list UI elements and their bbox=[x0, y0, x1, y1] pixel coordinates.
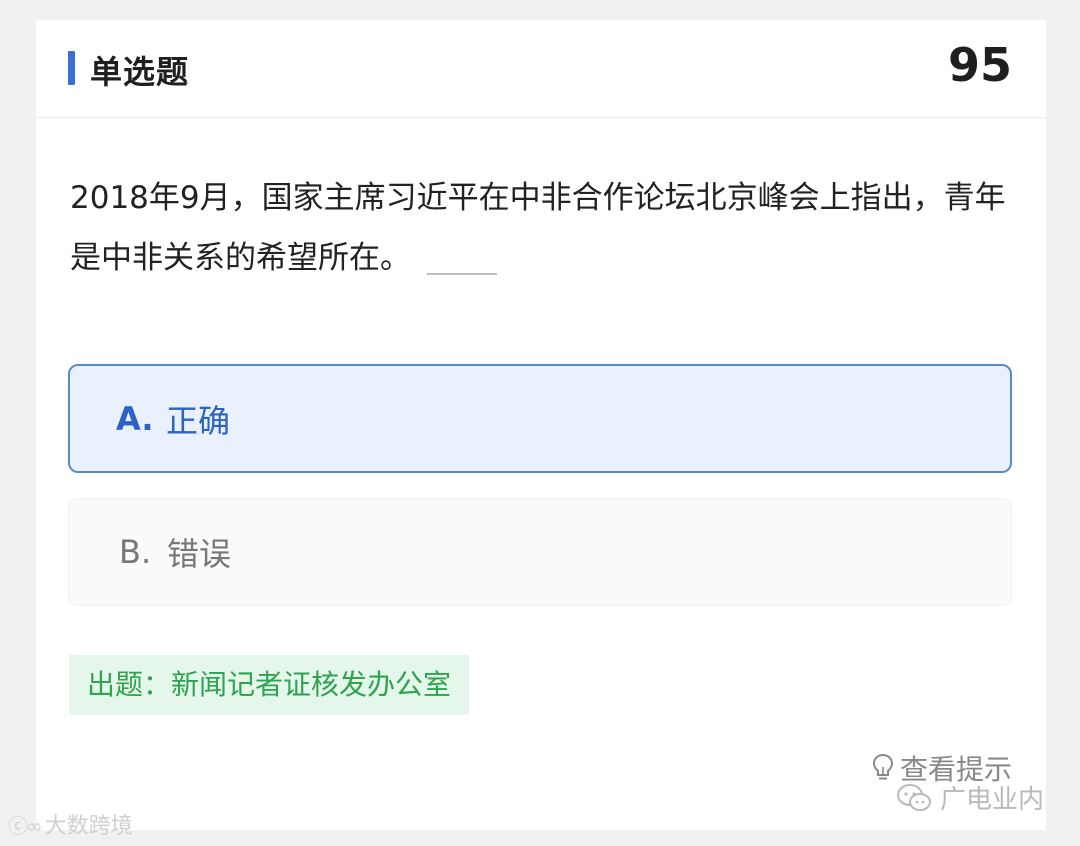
watermark-right-text: 广电业内 bbox=[939, 785, 1044, 815]
option-a-label: 正确 bbox=[166, 401, 231, 440]
option-a[interactable]: A. 正确 bbox=[68, 364, 1012, 473]
lightbulb-icon bbox=[872, 753, 893, 780]
header-accent-bar bbox=[68, 51, 75, 85]
source-badge: 出题：新闻记者证核发办公室 bbox=[69, 655, 470, 715]
watermark-logo-icon: ⓒ∞ bbox=[8, 813, 43, 838]
option-b[interactable]: B. 错误 bbox=[68, 498, 1012, 606]
watermark-left: ⓒ∞ 大数跨境 bbox=[8, 808, 133, 840]
watermark-right: 广电业内 bbox=[896, 779, 1044, 816]
question-number: 95 bbox=[947, 38, 1012, 92]
answer-blank bbox=[427, 245, 497, 275]
option-b-letter: B. bbox=[119, 533, 152, 571]
watermark-left-text: 大数跨境 bbox=[44, 814, 133, 839]
card-header: 单选题 95 bbox=[36, 20, 1046, 118]
option-b-label: 错误 bbox=[167, 535, 232, 573]
question-text: 2018年9月，国家主席习近平在中非合作论坛北京峰会上指出，青年是中非关系的希望… bbox=[70, 180, 1006, 276]
wechat-icon bbox=[896, 783, 931, 811]
question-card: 单选题 95 2018年9月，国家主席习近平在中非合作论坛北京峰会上指出，青年是… bbox=[36, 20, 1046, 830]
question-text-block: 2018年9月，国家主席习近平在中非合作论坛北京峰会上指出，青年是中非关系的希望… bbox=[70, 168, 1020, 288]
option-a-letter: A. bbox=[116, 399, 154, 438]
question-type-title: 单选题 bbox=[90, 53, 190, 91]
